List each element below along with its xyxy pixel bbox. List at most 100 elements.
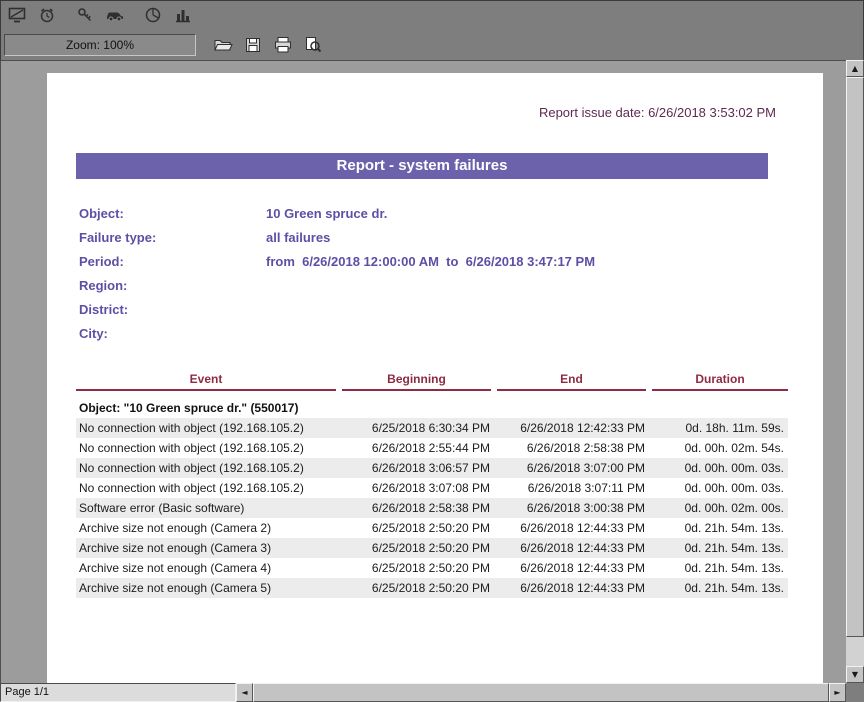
cell-duration: 0d. 21h. 54m. 13s. xyxy=(649,578,788,598)
cell-duration: 0d. 18h. 11m. 59s. xyxy=(649,418,788,438)
vertical-scroll-thumb[interactable] xyxy=(846,77,864,637)
key-icon xyxy=(76,6,94,24)
vertical-scrollbar[interactable]: ▲ ▼ xyxy=(846,60,864,683)
toolbar-separator xyxy=(128,15,140,16)
table-body: No connection with object (192.168.105.2… xyxy=(76,418,788,598)
monitor-button[interactable] xyxy=(4,2,30,28)
bar-chart-button[interactable] xyxy=(170,2,196,28)
table-row: Archive size not enough (Camera 2) 6/25/… xyxy=(76,518,788,538)
cell-duration: 0d. 21h. 54m. 13s. xyxy=(649,518,788,538)
print-button[interactable] xyxy=(270,32,296,58)
cell-event: Software error (Basic software) xyxy=(76,498,339,518)
monitor-icon xyxy=(8,6,26,24)
cell-end: 6/26/2018 12:44:33 PM xyxy=(494,558,649,578)
report-title: Report - system failures xyxy=(76,153,768,179)
cell-beginning: 6/25/2018 2:50:20 PM xyxy=(339,518,494,538)
cell-duration: 0d. 21h. 54m. 13s. xyxy=(649,558,788,578)
cell-event: Archive size not enough (Camera 5) xyxy=(76,578,339,598)
print-icon xyxy=(273,36,293,54)
cell-end: 6/26/2018 3:07:00 PM xyxy=(494,458,649,478)
field-period: Period: from 6/26/2018 12:00:00 AM to 6/… xyxy=(79,249,779,273)
preview-button[interactable] xyxy=(300,32,326,58)
zoom-level-indicator: Zoom: 100% xyxy=(4,34,196,56)
cell-beginning: 6/26/2018 3:06:57 PM xyxy=(339,458,494,478)
cell-event: Archive size not enough (Camera 4) xyxy=(76,558,339,578)
scroll-right-button[interactable]: ► xyxy=(829,683,846,702)
alarm-clock-icon xyxy=(38,6,56,24)
vertical-scroll-track[interactable] xyxy=(846,637,864,666)
field-object: Object: 10 Green spruce dr. xyxy=(79,201,779,225)
cell-event: Archive size not enough (Camera 2) xyxy=(76,518,339,538)
scroll-down-button[interactable]: ▼ xyxy=(846,666,864,683)
cell-end: 6/26/2018 2:58:38 PM xyxy=(494,438,649,458)
arrow-right-icon: ► xyxy=(834,689,840,697)
preview-viewport: Report issue date: 6/26/2018 3:53:02 PM … xyxy=(0,60,846,683)
field-value: from 6/26/2018 12:00:00 AM to 6/26/2018 … xyxy=(266,254,595,269)
table-row: Software error (Basic software) 6/26/201… xyxy=(76,498,788,518)
field-city: City: xyxy=(79,321,779,345)
open-button[interactable] xyxy=(210,32,236,58)
field-label: Object: xyxy=(79,206,266,221)
pie-chart-button[interactable] xyxy=(140,2,166,28)
report-viewer-window: Zoom: 100% xyxy=(0,0,864,702)
cell-event: No connection with object (192.168.105.2… xyxy=(76,458,339,478)
status-bar: Page 1/1 ◄ ► xyxy=(0,683,864,702)
cell-beginning: 6/25/2018 2:50:20 PM xyxy=(339,578,494,598)
report-issue-date: Report issue date: 6/26/2018 3:53:02 PM xyxy=(539,105,776,120)
field-label: District: xyxy=(79,302,266,317)
page-indicator: Page 1/1 xyxy=(0,683,236,702)
save-button[interactable] xyxy=(240,32,266,58)
cell-end: 6/26/2018 12:44:33 PM xyxy=(494,518,649,538)
cell-duration: 0d. 00h. 02m. 00s. xyxy=(649,498,788,518)
scroll-up-button[interactable]: ▲ xyxy=(846,60,864,77)
cell-beginning: 6/26/2018 2:58:38 PM xyxy=(339,498,494,518)
field-value: 10 Green spruce dr. xyxy=(266,206,387,221)
cell-duration: 0d. 21h. 54m. 13s. xyxy=(649,538,788,558)
field-label: Failure type: xyxy=(79,230,266,245)
table-group-header: Object: "10 Green spruce dr." (550017) xyxy=(76,398,788,418)
horizontal-scroll-thumb[interactable] xyxy=(253,683,829,702)
cell-beginning: 6/26/2018 2:55:44 PM xyxy=(339,438,494,458)
table-row: No connection with object (192.168.105.2… xyxy=(76,478,788,498)
preview-icon xyxy=(304,36,322,54)
key-button[interactable] xyxy=(72,2,98,28)
field-value: all failures xyxy=(266,230,330,245)
arrow-up-icon: ▲ xyxy=(852,65,858,73)
column-header-beginning: Beginning xyxy=(342,369,491,391)
failures-table: Event Beginning End Duration Object: "10… xyxy=(76,369,788,598)
column-header-duration: Duration xyxy=(652,369,788,391)
pie-chart-icon xyxy=(144,6,162,24)
field-failure-type: Failure type: all failures xyxy=(79,225,779,249)
field-district: District: xyxy=(79,297,779,321)
cell-end: 6/26/2018 3:07:11 PM xyxy=(494,478,649,498)
horizontal-scrollbar[interactable]: ◄ ► xyxy=(236,683,846,702)
table-header-row: Event Beginning End Duration xyxy=(76,369,788,391)
field-label: City: xyxy=(79,326,266,341)
cell-duration: 0d. 00h. 00m. 03s. xyxy=(649,478,788,498)
cell-beginning: 6/25/2018 2:50:20 PM xyxy=(339,538,494,558)
field-label: Period: xyxy=(79,254,266,269)
cell-event: Archive size not enough (Camera 3) xyxy=(76,538,339,558)
alarm-clock-button[interactable] xyxy=(34,2,60,28)
table-row: Archive size not enough (Camera 4) 6/25/… xyxy=(76,558,788,578)
column-header-end: End xyxy=(497,369,646,391)
cell-event: No connection with object (192.168.105.2… xyxy=(76,478,339,498)
save-icon xyxy=(244,36,262,54)
table-row: No connection with object (192.168.105.2… xyxy=(76,458,788,478)
cell-event: No connection with object (192.168.105.2… xyxy=(76,418,339,438)
open-folder-icon xyxy=(213,36,233,54)
table-row: Archive size not enough (Camera 3) 6/25/… xyxy=(76,538,788,558)
car-icon xyxy=(105,6,125,24)
cell-end: 6/26/2018 3:00:38 PM xyxy=(494,498,649,518)
cell-beginning: 6/25/2018 6:30:34 PM xyxy=(339,418,494,438)
toolbar-preview: Zoom: 100% xyxy=(0,30,864,60)
report-parameters: Object: 10 Green spruce dr. Failure type… xyxy=(79,201,779,345)
arrow-down-icon: ▼ xyxy=(852,671,858,679)
cell-end: 6/26/2018 12:42:33 PM xyxy=(494,418,649,438)
toolbar-separator xyxy=(60,15,72,16)
bar-chart-icon xyxy=(174,6,192,24)
scroll-left-button[interactable]: ◄ xyxy=(236,683,253,702)
car-button[interactable] xyxy=(102,2,128,28)
column-header-event: Event xyxy=(76,369,336,391)
cell-end: 6/26/2018 12:44:33 PM xyxy=(494,578,649,598)
